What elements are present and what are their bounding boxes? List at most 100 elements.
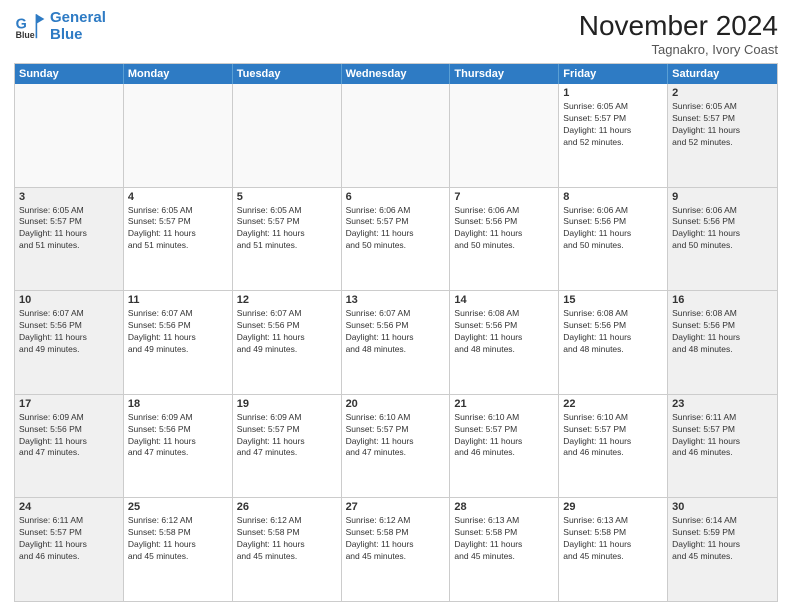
day-number: 21 <box>454 398 554 410</box>
day-cell-13: 13Sunrise: 6:07 AM Sunset: 5:56 PM Dayli… <box>342 291 451 394</box>
day-cell-12: 12 Sunrise: 6:07 AM Sunset: 5:56 PM Dayli… <box>233 291 342 394</box>
empty-cell-0-0 <box>15 84 124 187</box>
day-info: Sunrise: 6:08 AM Sunset: 5:56 PM Dayligh… <box>563 308 663 356</box>
day-number: 7 <box>454 191 554 203</box>
day-number: 26 <box>237 501 337 513</box>
logo-icon: G Blue <box>14 11 46 43</box>
day-info: Sunrise: 6:05 AM Sunset: 5:57 PM Dayligh… <box>128 205 228 253</box>
title-block: November 2024 Tagnakro, Ivory Coast <box>579 10 778 57</box>
day-cell-10: 10 Sunrise: 6:07 AM Sunset: 5:56 PM Dayli… <box>15 291 124 394</box>
day-info: Sunrise: 6:10 AM Sunset: 5:57 PM Dayligh… <box>454 412 554 460</box>
day-number: 24 <box>19 501 119 513</box>
month-title: November 2024 <box>579 10 778 42</box>
day-info: Sunrise: 6:08 AM Sunset: 5:56 PM Dayligh… <box>672 308 773 356</box>
day-number: 10 <box>19 294 119 306</box>
svg-text:Blue: Blue <box>16 30 35 40</box>
day-cell-11: 11 Sunrise: 6:07 AM Sunset: 5:56 PM Dayli… <box>124 291 233 394</box>
day-cell-26: 26 Sunrise: 6:12 AM Sunset: 5:58 PM Dayli… <box>233 498 342 601</box>
calendar-row-1: 3 Sunrise: 6:05 AM Sunset: 5:57 PM Daylig… <box>15 187 777 291</box>
day-cell-14: 14Sunrise: 6:08 AM Sunset: 5:56 PM Dayli… <box>450 291 559 394</box>
day-number: 25 <box>128 501 228 513</box>
day-cell-5: 5 Sunrise: 6:05 AM Sunset: 5:57 PM Daylig… <box>233 188 342 291</box>
location: Tagnakro, Ivory Coast <box>579 42 778 57</box>
day-cell-3: 3 Sunrise: 6:05 AM Sunset: 5:57 PM Daylig… <box>15 188 124 291</box>
calendar-row-4: 24 Sunrise: 6:11 AM Sunset: 5:57 PM Dayli… <box>15 497 777 601</box>
weekday-header-sunday: Sunday <box>15 64 124 84</box>
day-info: Sunrise: 6:05 AM Sunset: 5:57 PM Dayligh… <box>237 205 337 253</box>
day-cell-17: 17 Sunrise: 6:09 AM Sunset: 5:56 PM Dayli… <box>15 395 124 498</box>
day-cell-30: 30Sunrise: 6:14 AM Sunset: 5:59 PM Dayli… <box>668 498 777 601</box>
day-number: 27 <box>346 501 446 513</box>
day-number: 12 <box>237 294 337 306</box>
day-info: Sunrise: 6:06 AM Sunset: 5:56 PM Dayligh… <box>454 205 554 253</box>
day-cell-15: 15 Sunrise: 6:08 AM Sunset: 5:56 PM Dayli… <box>559 291 668 394</box>
day-cell-2: 2Sunrise: 6:05 AM Sunset: 5:57 PM Daylig… <box>668 84 777 187</box>
day-cell-8: 8Sunrise: 6:06 AM Sunset: 5:56 PM Daylig… <box>559 188 668 291</box>
day-number: 17 <box>19 398 119 410</box>
day-cell-1: 1 Sunrise: 6:05 AM Sunset: 5:57 PM Daylig… <box>559 84 668 187</box>
day-cell-19: 19Sunrise: 6:09 AM Sunset: 5:57 PM Dayli… <box>233 395 342 498</box>
day-cell-28: 28 Sunrise: 6:13 AM Sunset: 5:58 PM Dayli… <box>450 498 559 601</box>
day-info: Sunrise: 6:10 AM Sunset: 5:57 PM Dayligh… <box>563 412 663 460</box>
day-cell-20: 20 Sunrise: 6:10 AM Sunset: 5:57 PM Dayli… <box>342 395 451 498</box>
day-cell-21: 21 Sunrise: 6:10 AM Sunset: 5:57 PM Dayli… <box>450 395 559 498</box>
calendar-header: SundayMondayTuesdayWednesdayThursdayFrid… <box>15 64 777 84</box>
day-info: Sunrise: 6:06 AM Sunset: 5:56 PM Dayligh… <box>672 205 773 253</box>
weekday-header-wednesday: Wednesday <box>342 64 451 84</box>
day-number: 2 <box>672 87 773 99</box>
weekday-header-thursday: Thursday <box>450 64 559 84</box>
calendar-row-2: 10 Sunrise: 6:07 AM Sunset: 5:56 PM Dayli… <box>15 290 777 394</box>
weekday-header-friday: Friday <box>559 64 668 84</box>
day-cell-25: 25 Sunrise: 6:12 AM Sunset: 5:58 PM Dayli… <box>124 498 233 601</box>
day-info: Sunrise: 6:07 AM Sunset: 5:56 PM Dayligh… <box>346 308 446 356</box>
day-cell-9: 9 Sunrise: 6:06 AM Sunset: 5:56 PM Daylig… <box>668 188 777 291</box>
weekday-header-tuesday: Tuesday <box>233 64 342 84</box>
day-number: 28 <box>454 501 554 513</box>
day-number: 19 <box>237 398 337 410</box>
day-number: 11 <box>128 294 228 306</box>
day-number: 23 <box>672 398 773 410</box>
day-number: 4 <box>128 191 228 203</box>
day-cell-29: 29 Sunrise: 6:13 AM Sunset: 5:58 PM Dayli… <box>559 498 668 601</box>
weekday-header-saturday: Saturday <box>668 64 777 84</box>
logo-line1: General <box>50 9 106 26</box>
day-number: 20 <box>346 398 446 410</box>
day-cell-22: 22Sunrise: 6:10 AM Sunset: 5:57 PM Dayli… <box>559 395 668 498</box>
day-info: Sunrise: 6:13 AM Sunset: 5:58 PM Dayligh… <box>563 515 663 563</box>
logo: G Blue General Blue <box>14 10 106 43</box>
logo-text: General Blue <box>50 10 106 43</box>
calendar-body: 1 Sunrise: 6:05 AM Sunset: 5:57 PM Daylig… <box>15 84 777 601</box>
day-info: Sunrise: 6:07 AM Sunset: 5:56 PM Dayligh… <box>19 308 119 356</box>
day-number: 1 <box>563 87 663 99</box>
page: G Blue General Blue November 2024 Tagnak… <box>0 0 792 612</box>
day-info: Sunrise: 6:12 AM Sunset: 5:58 PM Dayligh… <box>128 515 228 563</box>
day-info: Sunrise: 6:06 AM Sunset: 5:57 PM Dayligh… <box>346 205 446 253</box>
empty-cell-0-2 <box>233 84 342 187</box>
day-info: Sunrise: 6:12 AM Sunset: 5:58 PM Dayligh… <box>237 515 337 563</box>
day-info: Sunrise: 6:05 AM Sunset: 5:57 PM Dayligh… <box>19 205 119 253</box>
day-number: 16 <box>672 294 773 306</box>
day-number: 15 <box>563 294 663 306</box>
day-info: Sunrise: 6:11 AM Sunset: 5:57 PM Dayligh… <box>19 515 119 563</box>
day-info: Sunrise: 6:07 AM Sunset: 5:56 PM Dayligh… <box>237 308 337 356</box>
day-info: Sunrise: 6:11 AM Sunset: 5:57 PM Dayligh… <box>672 412 773 460</box>
calendar: SundayMondayTuesdayWednesdayThursdayFrid… <box>14 63 778 602</box>
day-info: Sunrise: 6:14 AM Sunset: 5:59 PM Dayligh… <box>672 515 773 563</box>
day-info: Sunrise: 6:05 AM Sunset: 5:57 PM Dayligh… <box>563 101 663 149</box>
day-number: 9 <box>672 191 773 203</box>
day-cell-27: 27 Sunrise: 6:12 AM Sunset: 5:58 PM Dayli… <box>342 498 451 601</box>
day-number: 6 <box>346 191 446 203</box>
day-number: 5 <box>237 191 337 203</box>
day-cell-24: 24 Sunrise: 6:11 AM Sunset: 5:57 PM Dayli… <box>15 498 124 601</box>
day-number: 18 <box>128 398 228 410</box>
day-info: Sunrise: 6:12 AM Sunset: 5:58 PM Dayligh… <box>346 515 446 563</box>
day-info: Sunrise: 6:13 AM Sunset: 5:58 PM Dayligh… <box>454 515 554 563</box>
day-cell-7: 7 Sunrise: 6:06 AM Sunset: 5:56 PM Daylig… <box>450 188 559 291</box>
day-info: Sunrise: 6:07 AM Sunset: 5:56 PM Dayligh… <box>128 308 228 356</box>
day-cell-4: 4 Sunrise: 6:05 AM Sunset: 5:57 PM Daylig… <box>124 188 233 291</box>
day-info: Sunrise: 6:09 AM Sunset: 5:56 PM Dayligh… <box>19 412 119 460</box>
day-number: 8 <box>563 191 663 203</box>
day-number: 3 <box>19 191 119 203</box>
day-number: 29 <box>563 501 663 513</box>
day-info: Sunrise: 6:10 AM Sunset: 5:57 PM Dayligh… <box>346 412 446 460</box>
